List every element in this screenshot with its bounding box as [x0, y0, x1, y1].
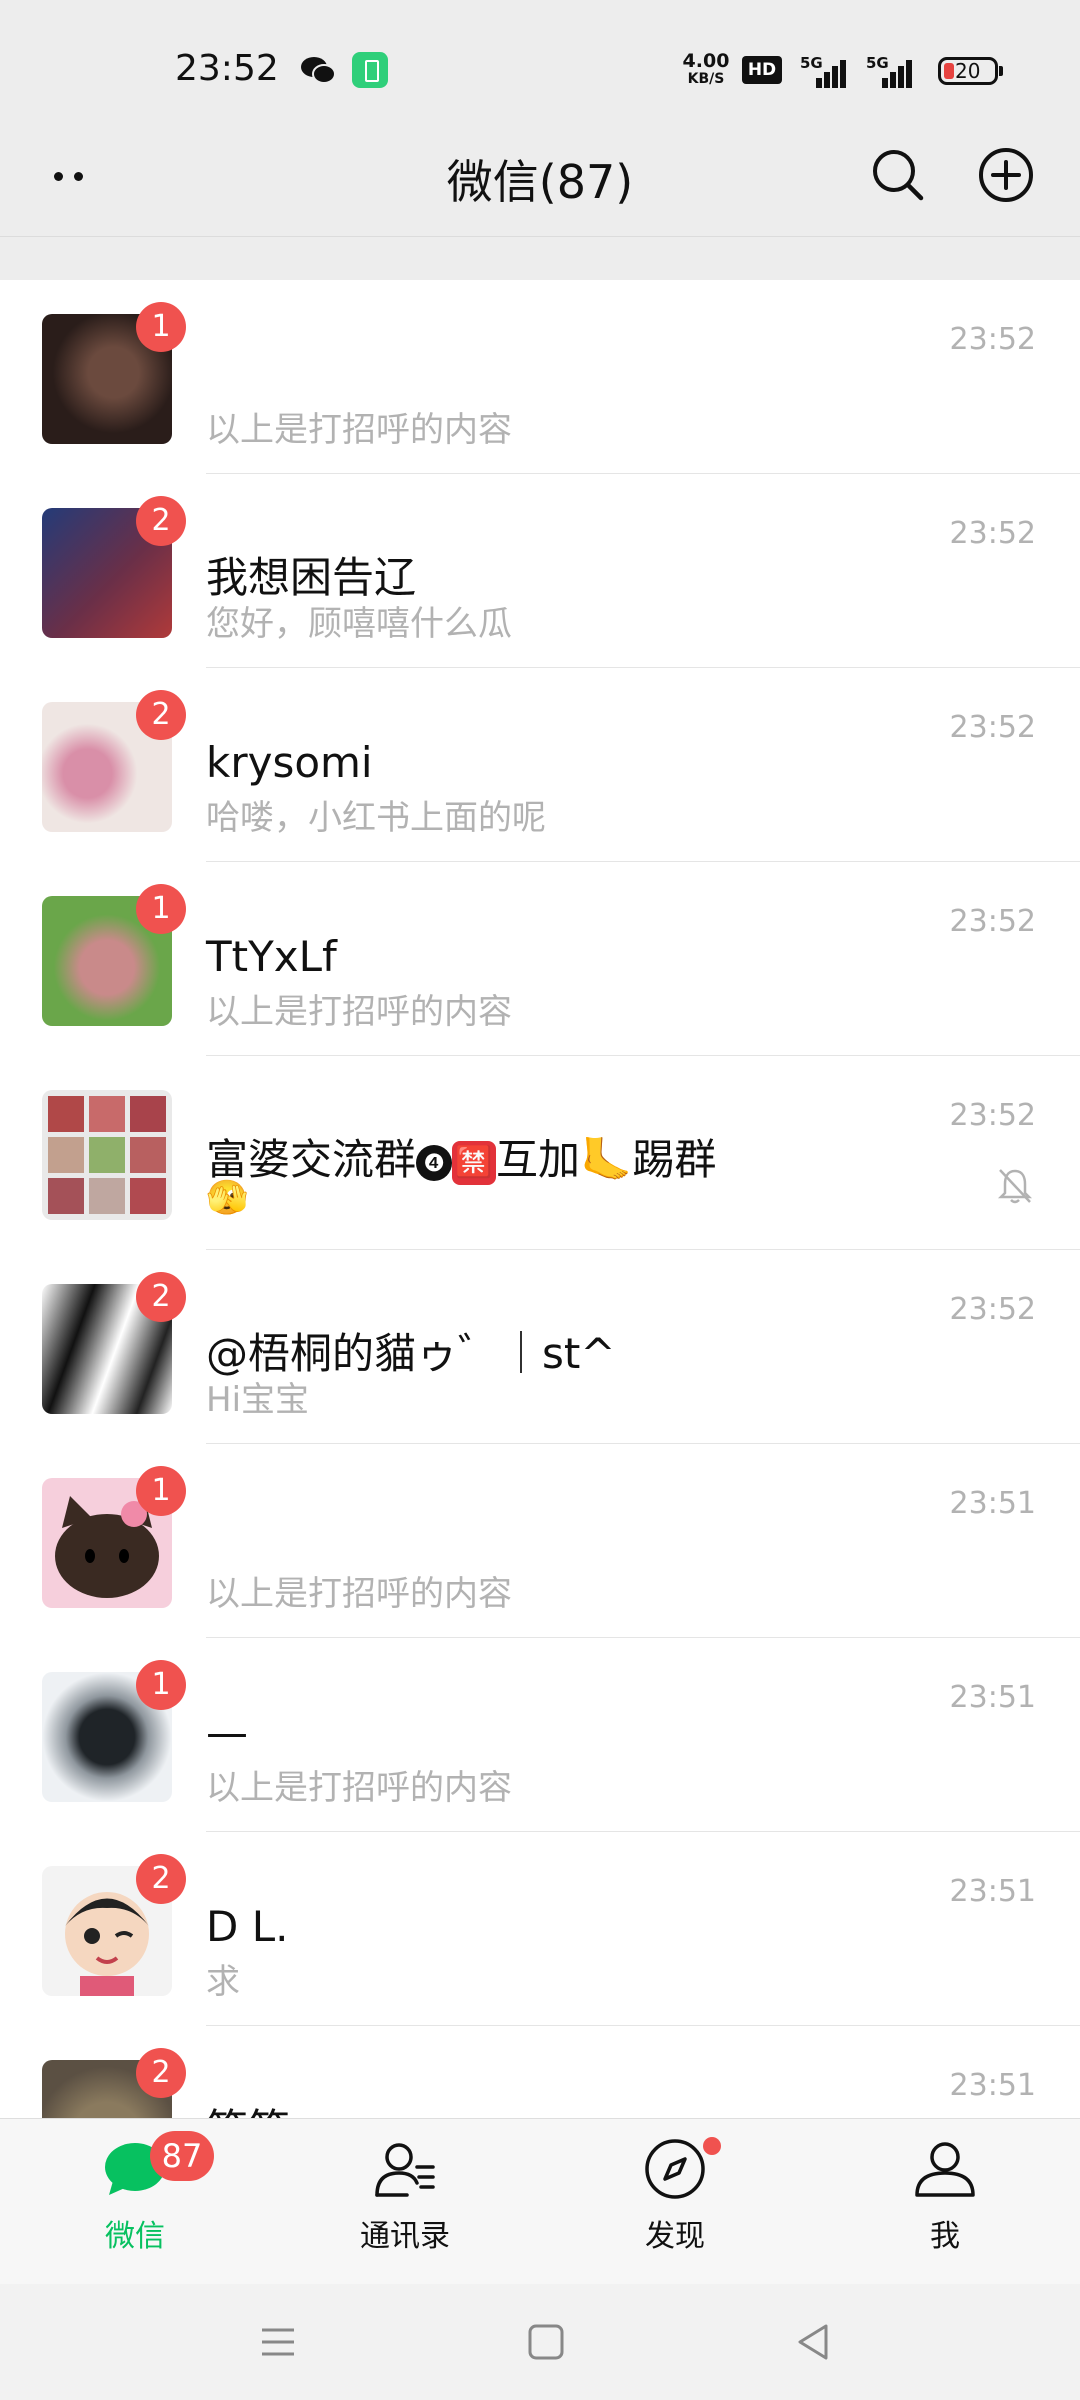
add-circle-icon[interactable]	[976, 145, 1036, 205]
chat-time: 23:52	[949, 516, 1036, 551]
chat-time: 23:51	[949, 1680, 1036, 1715]
chat-time: 23:51	[949, 1486, 1036, 1521]
header-separator	[0, 236, 1080, 281]
status-bar: 23:52 4.00 KB/S HD 5G 5G 20	[0, 0, 1080, 120]
chat-item[interactable]: 1 — 以上是打招呼的内容 23:51	[0, 1638, 1080, 1832]
contacts-icon	[375, 2143, 435, 2197]
search-icon[interactable]	[868, 145, 928, 205]
group-name-text: 富婆交流群	[206, 1135, 417, 1184]
compass-icon	[645, 2139, 705, 2199]
chat-preview: 您好，顾嘻嘻什么瓜	[206, 604, 512, 644]
menu-lines-icon[interactable]	[254, 2318, 302, 2366]
group-name-text-2: 互加	[496, 1135, 581, 1184]
tab-me[interactable]: 我	[810, 2119, 1080, 2285]
group-avatar-grid	[48, 1096, 166, 1214]
unread-badge: 1	[136, 884, 186, 934]
unread-badge: 2	[136, 2048, 186, 2098]
back-triangle-icon[interactable]	[790, 2318, 838, 2366]
tab-label: 微信	[105, 2219, 165, 2254]
foot-emoji: 🦶	[580, 1135, 633, 1184]
chat-item[interactable]: 1 以上是打招呼的内容 23:52	[0, 280, 1080, 474]
network-speed-value: 4.00	[682, 50, 730, 72]
chat-time: 23:52	[949, 1098, 1036, 1133]
signal-strength-icon-2: 5G	[866, 54, 914, 88]
battery-level: 20	[955, 59, 981, 83]
chat-preview: Hi宝宝	[206, 1380, 310, 1420]
unread-badge: 2	[136, 1854, 186, 1904]
tab-label: 发现	[645, 2219, 705, 2254]
unread-total-badge: 87	[150, 2131, 214, 2181]
chat-item[interactable]: 2 笨笨 23:51	[0, 2026, 1080, 2118]
unread-badge: 2	[136, 690, 186, 740]
unread-badge: 2	[136, 1272, 186, 1322]
tab-discover[interactable]: 发现	[540, 2119, 810, 2285]
chat-item[interactable]: 1 以上是打招呼的内容 23:51	[0, 1444, 1080, 1638]
chat-name: 笨笨	[206, 2096, 290, 2118]
tab-chats[interactable]: 87 微信	[0, 2119, 270, 2285]
unread-badge: 1	[136, 1660, 186, 1710]
number-four-emoji: ❹	[416, 1144, 453, 1181]
chat-item[interactable]: 2 @梧桐的貓ゥ゛｜st^ Hi宝宝 23:52	[0, 1250, 1080, 1444]
network-speed: 4.00 KB/S	[676, 52, 736, 88]
new-indicator-dot	[703, 2137, 721, 2155]
chat-item[interactable]: 2 D L. 求 23:51	[0, 1832, 1080, 2026]
unread-badge: 2	[136, 496, 186, 546]
chat-time: 23:52	[949, 322, 1036, 357]
chat-time: 23:51	[949, 1874, 1036, 1909]
forbidden-emoji: 🈲	[452, 1140, 497, 1185]
chat-item[interactable]: 1 TtYxLf 以上是打招呼的内容 23:52	[0, 862, 1080, 1056]
status-time: 23:52	[175, 48, 279, 89]
signal-network-label-2: 5G	[866, 54, 889, 72]
chat-name: 富婆交流群 ❹ 🈲互加🦶踢群	[206, 1126, 716, 1187]
chat-name: TtYxLf	[206, 932, 337, 981]
system-navigation-bar	[0, 2284, 1080, 2400]
chat-time: 23:51	[949, 2068, 1036, 2103]
tab-contacts[interactable]: 通讯录	[270, 2119, 540, 2285]
chat-preview: 以上是打招呼的内容	[206, 1768, 512, 1808]
chat-time: 23:52	[949, 1292, 1036, 1327]
group-avatar	[42, 1090, 172, 1220]
chat-preview: 🫣	[206, 1178, 249, 1218]
chat-preview: 哈喽，小红书上面的呢	[206, 798, 546, 838]
signal-strength-icon: 5G	[800, 54, 848, 88]
chat-item[interactable]: 富婆交流群 ❹ 🈲互加🦶踢群 🫣 23:52	[0, 1056, 1080, 1250]
chat-preview: 求	[206, 1962, 240, 2002]
chat-item[interactable]: 2 我想困告辽 您好，顾嘻嘻什么瓜 23:52	[0, 474, 1080, 668]
battery-icon: 20	[938, 57, 1003, 85]
chat-name: D L.	[206, 1902, 289, 1951]
network-speed-unit: KB/S	[687, 71, 725, 87]
signal-network-label: 5G	[800, 54, 823, 72]
mute-bell-icon	[997, 1169, 1033, 1204]
chat-preview: 以上是打招呼的内容	[206, 410, 512, 450]
chat-time: 23:52	[949, 904, 1036, 939]
chat-time: 23:52	[949, 710, 1036, 745]
person-icon	[915, 2142, 975, 2197]
chat-preview: 以上是打招呼的内容	[206, 992, 512, 1032]
chat-item[interactable]: 2 krysomi 哈喽，小红书上面的呢 23:52	[0, 668, 1080, 862]
tab-label: 我	[930, 2219, 960, 2254]
chat-name: —	[206, 1708, 248, 1757]
home-square-icon[interactable]	[522, 2318, 570, 2366]
group-name-text-3: 踢群	[632, 1135, 717, 1184]
chat-name: krysomi	[206, 738, 373, 787]
bottom-tab-bar: 87 微信 通讯录 发现 我	[0, 2118, 1080, 2285]
battery-saver-icon	[352, 52, 388, 88]
unread-badge: 1	[136, 302, 186, 352]
chat-preview: 以上是打招呼的内容	[206, 1574, 512, 1614]
app-header: 微信(87)	[0, 120, 1080, 236]
tab-label: 通讯录	[360, 2219, 450, 2254]
unread-badge: 1	[136, 1466, 186, 1516]
wechat-notification-icon	[301, 57, 336, 84]
hd-voice-icon: HD	[742, 56, 782, 84]
chat-list[interactable]: 1 以上是打招呼的内容 23:52 2 我想困告辽 您好，顾嘻嘻什么瓜 23:5…	[0, 280, 1080, 2118]
